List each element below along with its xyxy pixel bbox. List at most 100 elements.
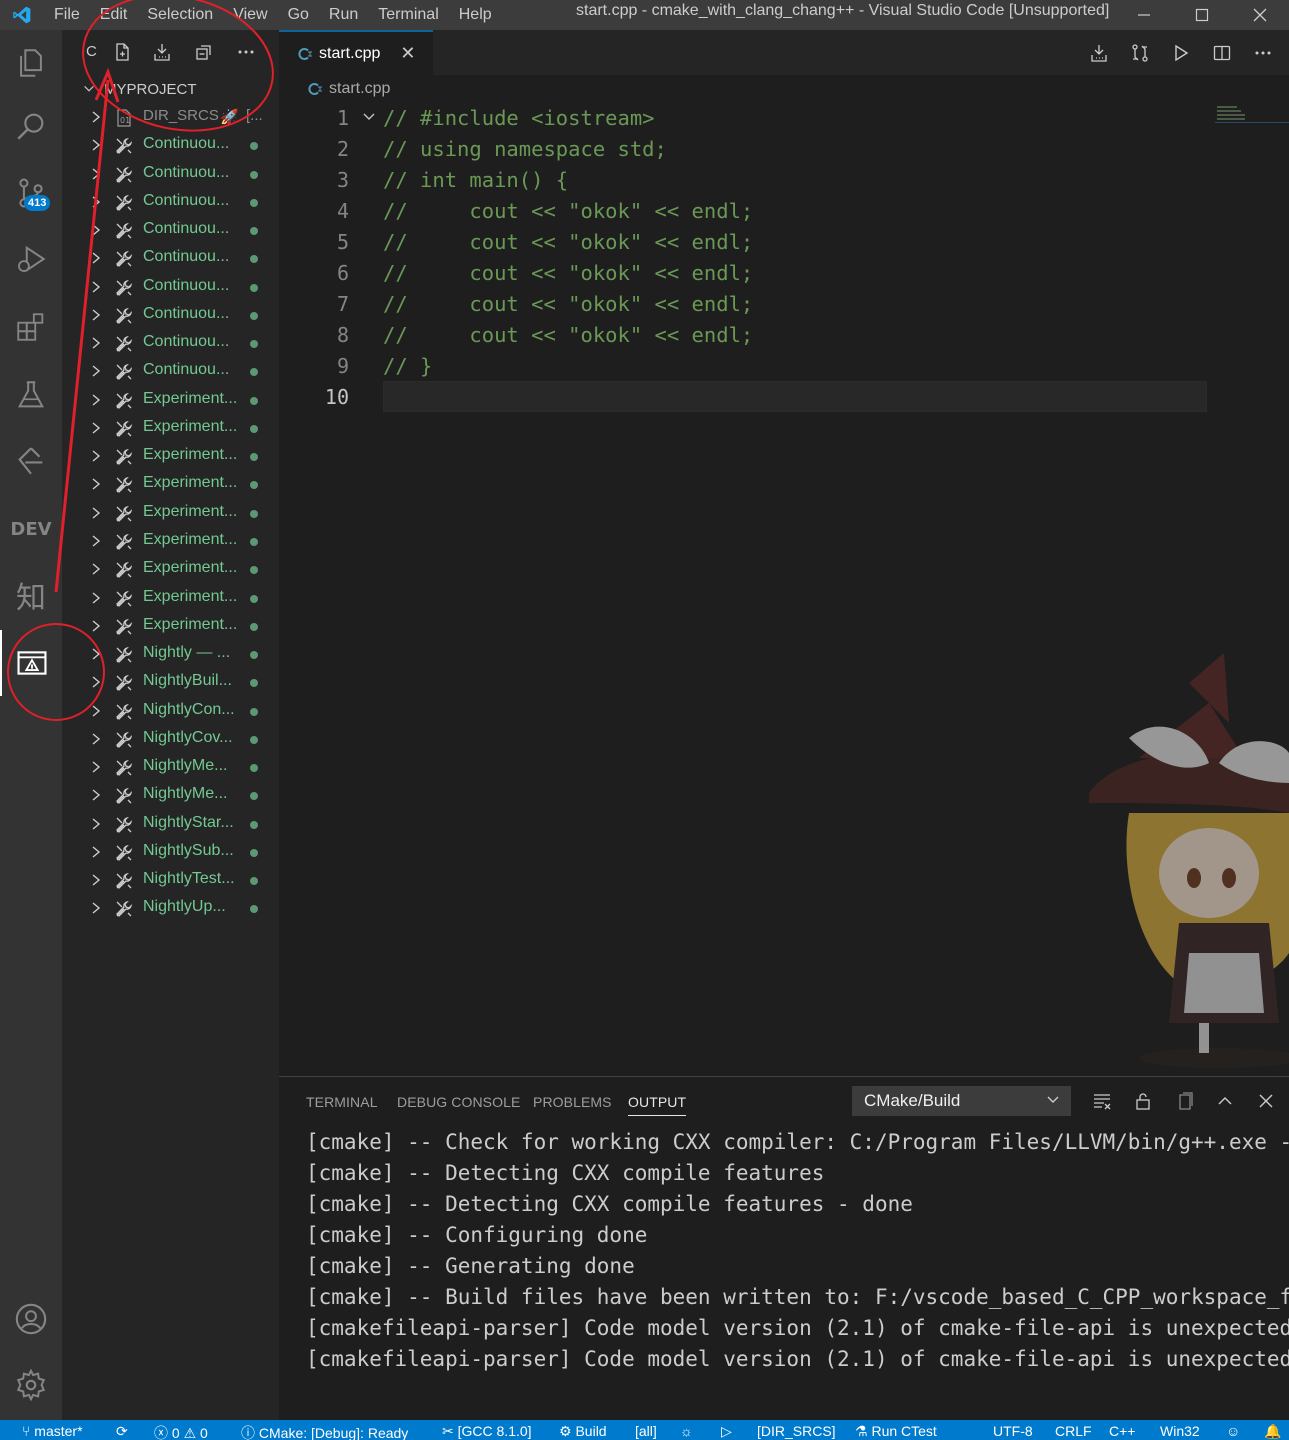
tree-item-target[interactable]: NightlyCov...	[62, 726, 279, 754]
run-icon[interactable]	[1160, 38, 1201, 68]
eol-status[interactable]: CRLF	[1055, 1423, 1092, 1439]
activity-explorer[interactable]	[0, 30, 62, 96]
tree-item-target[interactable]: Experiment...	[62, 585, 279, 613]
activity-zhihu[interactable]: 知	[0, 562, 62, 628]
activity-dev[interactable]: DEV	[0, 496, 62, 562]
encoding-status[interactable]: UTF-8	[993, 1423, 1033, 1439]
cmake-status[interactable]: ⓘ CMake: [Debug]: Ready	[241, 1423, 408, 1440]
collapse-all-icon[interactable]	[193, 41, 215, 63]
menu-edit[interactable]: Edit	[90, 4, 138, 26]
activity-run-debug[interactable]	[0, 226, 62, 292]
build-icon[interactable]	[151, 41, 173, 63]
new-file-icon[interactable]	[111, 41, 133, 63]
fold-chevron-icon[interactable]	[361, 109, 377, 125]
menu-help[interactable]: Help	[449, 4, 502, 26]
tree-item-target[interactable]: NightlyMe...	[62, 782, 279, 810]
tree-item-target[interactable]: Experiment...	[62, 415, 279, 443]
tree-item-target[interactable]: NightlyUp...	[62, 895, 279, 923]
tab-terminal[interactable]: TERMINAL	[306, 1094, 378, 1110]
maximize-icon[interactable]	[1173, 0, 1231, 30]
notifications-icon[interactable]: 🔔	[1264, 1423, 1281, 1440]
tree-item-target[interactable]: NightlySub...	[62, 839, 279, 867]
build-icon[interactable]	[1078, 38, 1119, 68]
more-actions-icon[interactable]	[235, 41, 257, 63]
tree-item-target[interactable]: Continuou...	[62, 302, 279, 330]
tree-item-target[interactable]: Experiment...	[62, 528, 279, 556]
tree-item-target[interactable]: NightlyTest...	[62, 867, 279, 895]
menu-selection[interactable]: Selection	[137, 4, 223, 26]
open-in-editor-icon[interactable]	[1173, 1089, 1197, 1113]
minimap[interactable]	[1215, 103, 1289, 123]
code-editor[interactable]: 1 2 3 4 5 6 7 8 9 10 // #include <iostream> // usi…	[279, 103, 1289, 1076]
modified-dot	[250, 905, 258, 914]
build-status[interactable]: ⚙ Build	[559, 1423, 607, 1440]
tree-item-target[interactable]: Continuou...	[62, 274, 279, 302]
tree-item-target[interactable]: Experiment...	[62, 556, 279, 584]
split-editor-icon[interactable]	[1201, 38, 1242, 68]
tree-item-target[interactable]: NightlyBuil...	[62, 669, 279, 697]
tab-output[interactable]: OUTPUT	[628, 1094, 687, 1116]
activity-testing[interactable]	[0, 362, 62, 428]
run-icon[interactable]: ▷	[721, 1423, 732, 1440]
tree-item-target[interactable]: Experiment...	[62, 443, 279, 471]
sync-icon[interactable]: ⟳	[116, 1423, 128, 1440]
activity-source-control[interactable]: 413	[0, 160, 62, 226]
kit-status[interactable]: ✂ [GCC 8.1.0]	[442, 1423, 532, 1440]
tree-item-target[interactable]: Experiment...	[62, 387, 279, 415]
close-panel-icon[interactable]	[1254, 1089, 1278, 1113]
menu-go[interactable]: Go	[278, 4, 319, 26]
tree-item-target[interactable]: NightlyMe...	[62, 754, 279, 782]
tab-start-cpp[interactable]: start.cpp ✕	[279, 30, 433, 75]
branch-status[interactable]: ⑂ master*	[22, 1423, 83, 1439]
tree-item-target[interactable]: Experiment...	[62, 471, 279, 499]
feedback-icon[interactable]: ☺	[1226, 1423, 1240, 1439]
lock-icon[interactable]	[1131, 1089, 1155, 1113]
target-tree: 01 DIR_SRCS 🚀 [... Continuou... Continuou…	[62, 104, 279, 924]
menu-terminal[interactable]: Terminal	[368, 4, 448, 26]
more-actions-icon[interactable]	[1242, 38, 1283, 68]
menu-run[interactable]: Run	[319, 4, 368, 26]
minimize-icon[interactable]	[1115, 0, 1173, 30]
target-tools-icon	[116, 760, 133, 777]
tree-item-target[interactable]: Continuou...	[62, 132, 279, 160]
tree-item-target[interactable]: Continuou...	[62, 161, 279, 189]
close-icon[interactable]	[1231, 0, 1289, 30]
launch-target-status[interactable]: [DIR_SRCS]	[757, 1423, 836, 1439]
platform-status[interactable]: Win32	[1160, 1423, 1200, 1439]
activity-extensions[interactable]	[0, 294, 62, 360]
ctest-status[interactable]: ⚗ Run CTest	[855, 1423, 937, 1440]
output-channel-select[interactable]: CMake/Build	[852, 1086, 1071, 1116]
project-header[interactable]: MYPROJECT	[62, 77, 279, 101]
tree-item-target[interactable]: Continuou...	[62, 330, 279, 358]
tree-item-dir-srcs[interactable]: 01 DIR_SRCS 🚀 [...	[62, 104, 279, 132]
tree-item-target[interactable]: NightlyCon...	[62, 698, 279, 726]
menu-view[interactable]: View	[223, 4, 277, 26]
tree-item-target[interactable]: Nightly — ...	[62, 641, 279, 669]
tab-close-icon[interactable]: ✕	[400, 43, 415, 64]
debug-icon[interactable]: ☼	[680, 1423, 693, 1439]
activity-cmake[interactable]	[0, 630, 62, 696]
language-status[interactable]: C++	[1109, 1423, 1135, 1439]
compare-icon[interactable]	[1119, 38, 1160, 68]
tab-debug-console[interactable]: DEBUG CONSOLE	[397, 1094, 520, 1110]
breadcrumb[interactable]: start.cpp	[279, 75, 1289, 103]
activity-accounts[interactable]	[0, 1286, 62, 1352]
problems-status[interactable]: ⓧ 0 ⚠ 0	[154, 1423, 208, 1440]
activity-manage[interactable]	[0, 1352, 62, 1418]
target-status[interactable]: [all]	[635, 1423, 657, 1439]
tree-item-target[interactable]: Continuou...	[62, 189, 279, 217]
activity-search[interactable]	[0, 93, 62, 159]
clear-output-icon[interactable]	[1090, 1089, 1114, 1113]
activity-gitlens[interactable]	[0, 428, 62, 494]
tree-item-target[interactable]: NightlyStar...	[62, 811, 279, 839]
tree-item-target[interactable]: Experiment...	[62, 500, 279, 528]
tree-item-target[interactable]: Continuou...	[62, 358, 279, 386]
tab-problems[interactable]: PROBLEMS	[533, 1094, 612, 1110]
target-label: Continuou...	[143, 135, 230, 153]
menu-file[interactable]: File	[44, 4, 90, 26]
tree-item-target[interactable]: Experiment...	[62, 613, 279, 641]
output-content[interactable]: [cmake] -- Check for working CXX compile…	[306, 1123, 1289, 1420]
maximize-panel-icon[interactable]	[1213, 1089, 1237, 1113]
tree-item-target[interactable]: Continuou...	[62, 217, 279, 245]
tree-item-target[interactable]: Continuou...	[62, 245, 279, 273]
